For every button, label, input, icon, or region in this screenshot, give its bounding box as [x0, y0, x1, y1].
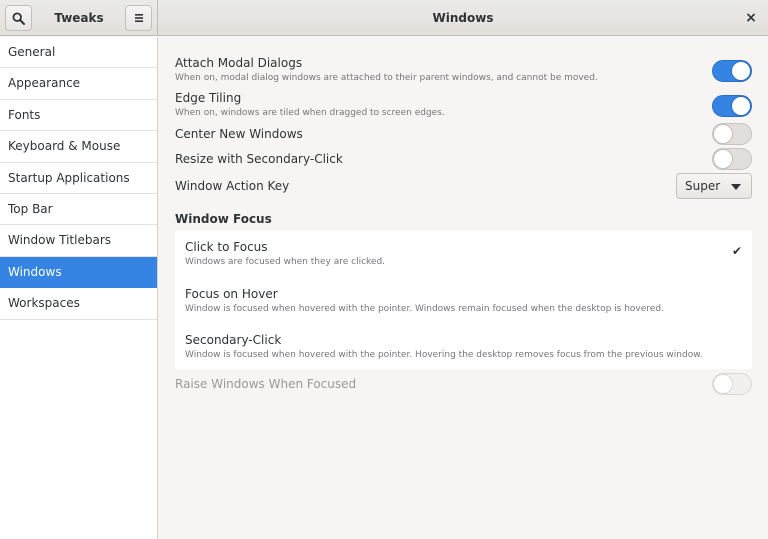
action-key-row: Window Action Key Super [175, 173, 752, 199]
sidebar-header: Tweaks [0, 0, 158, 36]
close-button[interactable]: × [742, 9, 760, 27]
header-bar: Tweaks Windows × [0, 0, 768, 36]
menu-button[interactable] [125, 5, 152, 31]
switch-knob [713, 124, 733, 144]
window-focus-heading: Window Focus [175, 212, 272, 226]
attach-modal-subtitle: When on, modal dialog windows are attach… [175, 73, 598, 83]
switch-knob [731, 96, 751, 116]
windows-settings-panel: Attach Modal Dialogs When on, modal dial… [158, 37, 768, 539]
switch-knob [713, 149, 733, 169]
sidebar-item-window-titlebars[interactable]: Window Titlebars [0, 225, 157, 257]
app-title: Tweaks [54, 11, 104, 25]
action-key-dropdown[interactable]: Super [676, 173, 752, 199]
focus-option-subtitle: Windows are focused when they are clicke… [185, 257, 386, 267]
sidebar-item-top-bar[interactable]: Top Bar [0, 194, 157, 226]
raise-windows-row: Raise Windows When Focused [175, 373, 752, 395]
search-button[interactable] [5, 5, 32, 31]
raise-windows-title: Raise Windows When Focused [175, 377, 357, 391]
sidebar: General Appearance Fonts Keyboard & Mous… [0, 37, 158, 539]
dropdown-arrow-icon [731, 184, 741, 190]
sidebar-item-appearance[interactable]: Appearance [0, 68, 157, 100]
resize-secondary-row: Resize with Secondary-Click [175, 148, 752, 170]
hamburger-menu-icon [134, 14, 143, 22]
sidebar-item-keyboard-mouse[interactable]: Keyboard & Mouse [0, 131, 157, 163]
focus-option-title: Secondary-Click [185, 333, 282, 347]
attach-modal-row: Attach Modal Dialogs When on, modal dial… [175, 56, 752, 83]
search-icon [12, 11, 25, 25]
close-icon: × [745, 10, 757, 26]
resize-secondary-title: Resize with Secondary-Click [175, 152, 343, 166]
window-focus-list: Click to Focus Windows are focused when … [175, 231, 752, 369]
action-key-value: Super [685, 179, 721, 193]
sidebar-item-workspaces[interactable]: Workspaces [0, 288, 157, 320]
checkmark-icon: ✔ [731, 244, 742, 258]
sidebar-item-general[interactable]: General [0, 37, 157, 69]
focus-option-subtitle: Window is focused when hovered with the … [185, 304, 664, 314]
sidebar-item-windows[interactable]: Windows [0, 256, 157, 289]
center-new-title: Center New Windows [175, 127, 303, 141]
center-new-switch[interactable] [712, 123, 752, 145]
center-new-row: Center New Windows [175, 123, 752, 145]
sidebar-item-startup-applications[interactable]: Startup Applications [0, 163, 157, 194]
focus-option-title: Click to Focus [185, 240, 268, 254]
focus-option-secondary-click[interactable]: Secondary-Click Window is focused when h… [185, 333, 742, 360]
raise-windows-switch [712, 373, 752, 395]
attach-modal-title: Attach Modal Dialogs [175, 56, 303, 70]
resize-secondary-switch[interactable] [712, 148, 752, 170]
action-key-title: Window Action Key [175, 179, 290, 193]
switch-knob [713, 374, 733, 394]
tweaks-window: Tweaks Windows × General Appearance Font… [0, 0, 768, 539]
switch-knob [731, 61, 751, 81]
focus-option-title: Focus on Hover [185, 287, 278, 301]
focus-option-click[interactable]: Click to Focus Windows are focused when … [185, 240, 742, 267]
edge-tiling-switch[interactable] [712, 95, 752, 117]
focus-option-hover[interactable]: Focus on Hover Window is focused when ho… [185, 287, 742, 314]
edge-tiling-title: Edge Tiling [175, 91, 242, 105]
edge-tiling-subtitle: When on, windows are tiled when dragged … [175, 108, 445, 118]
page-title: Windows [432, 11, 494, 25]
focus-option-subtitle: Window is focused when hovered with the … [185, 350, 703, 360]
sidebar-item-fonts[interactable]: Fonts [0, 100, 157, 132]
attach-modal-switch[interactable] [712, 60, 752, 82]
edge-tiling-row: Edge Tiling When on, windows are tiled w… [175, 91, 752, 118]
